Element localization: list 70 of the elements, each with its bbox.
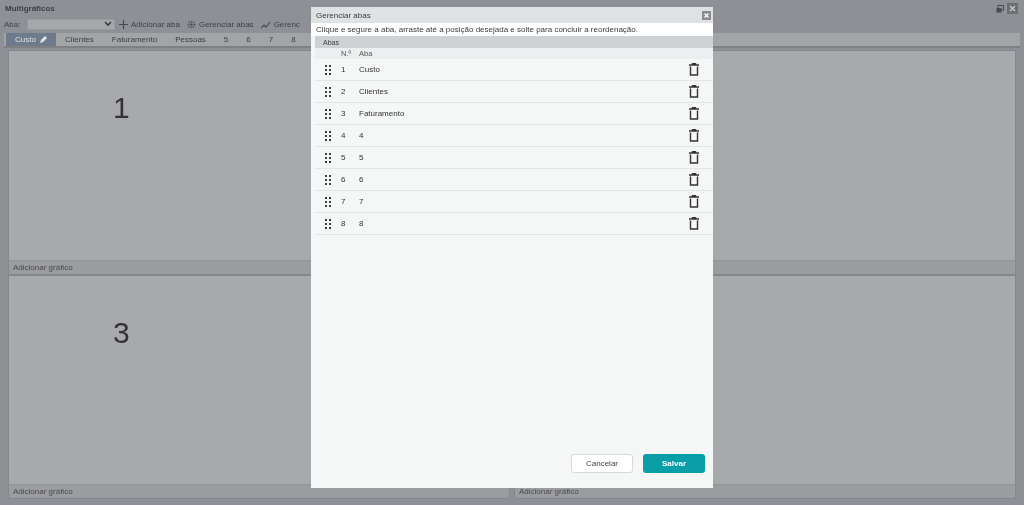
tab[interactable]: 8 [282, 33, 305, 46]
restore-icon[interactable] [996, 4, 1004, 13]
tab-name: 4 [359, 131, 365, 140]
row-number: 5 [341, 153, 347, 162]
tab-row[interactable]: 3 Faturamento [315, 103, 713, 125]
tab-name: Faturamento [359, 109, 406, 118]
chevron-down-icon [104, 21, 112, 27]
drag-handle-icon[interactable] [325, 130, 331, 141]
row-number: 6 [341, 175, 347, 184]
manage-tabs-button[interactable]: Gerenciar abas [183, 19, 257, 29]
tab-row[interactable]: 8 8 [315, 213, 713, 235]
add-tab-button[interactable]: Adicionar aba [116, 19, 183, 29]
window-title: Multigráficos [5, 4, 55, 13]
tab-name: 8 [359, 219, 365, 228]
tab-name: Custo [359, 65, 381, 74]
tab[interactable]: 6 [237, 33, 260, 46]
plus-icon [119, 19, 128, 29]
row-number: 7 [341, 197, 347, 206]
tab[interactable]: Custo [6, 33, 56, 46]
panel-number: 1 [113, 91, 130, 125]
add-chart-link[interactable]: Adicionar gráfico [13, 262, 73, 272]
drag-handle-icon[interactable] [325, 86, 331, 97]
tab-name: 7 [359, 197, 365, 206]
tab-row[interactable]: 2 Clientes [315, 81, 713, 103]
tab-row[interactable]: 7 7 [315, 191, 713, 213]
trash-icon[interactable] [689, 151, 699, 164]
tab-row[interactable]: 4 4 [315, 125, 713, 147]
row-number: 8 [341, 219, 347, 228]
tab[interactable]: Faturamento [102, 33, 167, 46]
trash-icon[interactable] [689, 107, 699, 120]
tab-row[interactable]: 5 5 [315, 147, 713, 169]
row-number: 2 [341, 87, 347, 96]
drag-handle-icon[interactable] [325, 152, 331, 163]
tab-name: 6 [359, 175, 365, 184]
tab[interactable]: Pessoas [166, 33, 215, 46]
chart-button[interactable]: Gerenc [257, 19, 303, 29]
tab[interactable]: 5 [214, 33, 238, 46]
drag-handle-icon[interactable] [325, 196, 331, 207]
tab-row[interactable]: 1 Custo [315, 59, 713, 81]
trash-icon[interactable] [689, 129, 699, 142]
close-icon[interactable] [1007, 3, 1018, 14]
row-number: 4 [341, 131, 347, 140]
trash-icon[interactable] [689, 195, 699, 208]
drag-handle-icon[interactable] [325, 218, 331, 229]
panel-number: 3 [113, 315, 130, 350]
cancel-button[interactable]: Cancelar [571, 453, 633, 473]
tab-label: Aba: [4, 19, 22, 29]
instruction-text: Clique e segure a aba, arraste até a posição desejada e solte para concluir a reordenação. [311, 23, 713, 36]
add-chart-link[interactable]: Adicionar gráfico [13, 487, 73, 496]
close-icon[interactable] [702, 10, 711, 20]
trash-icon[interactable] [689, 85, 699, 98]
dialog-title: Gerenciar abas [316, 10, 371, 20]
tab[interactable]: Clientes [55, 33, 103, 46]
save-button[interactable]: Salvar [643, 453, 705, 473]
trash-icon[interactable] [689, 173, 699, 186]
drag-handle-icon[interactable] [325, 64, 331, 75]
trash-icon[interactable] [689, 63, 699, 76]
pencil-icon [38, 35, 47, 44]
gear-icon [186, 19, 196, 29]
add-chart-link[interactable]: Adicionar gráfico [519, 487, 579, 496]
trash-icon[interactable] [689, 217, 699, 230]
tab-name: 5 [359, 153, 365, 162]
line-chart-icon [260, 19, 271, 29]
tab[interactable]: 7 [259, 33, 283, 46]
row-number: 3 [341, 109, 347, 118]
tab-row[interactable]: 6 6 [315, 169, 713, 191]
drag-handle-icon[interactable] [325, 174, 331, 185]
tab-name: Clientes [359, 87, 389, 96]
row-number: 1 [341, 65, 347, 74]
drag-handle-icon[interactable] [325, 108, 331, 119]
